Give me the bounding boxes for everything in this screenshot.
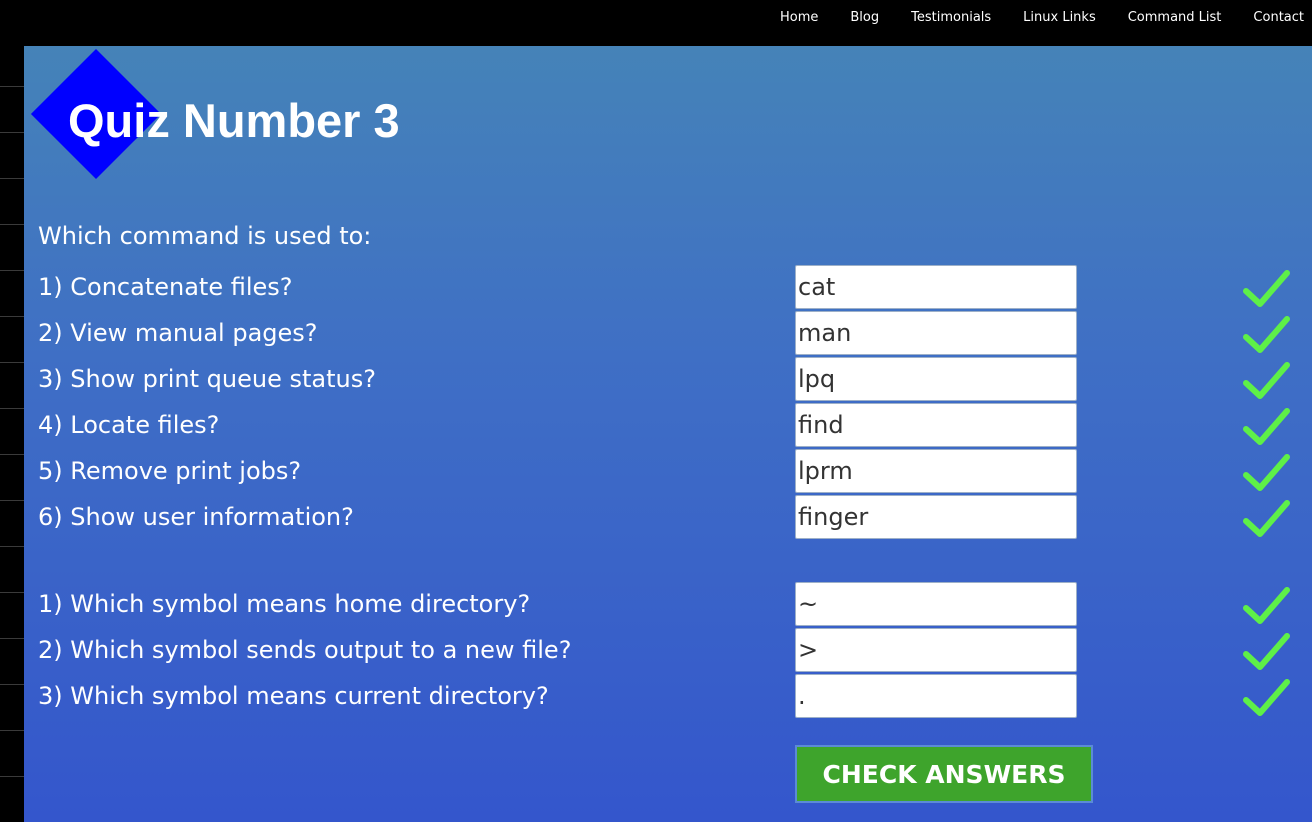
rail-divider	[0, 730, 24, 731]
top-navigation-bar: Home Blog Testimonials Linux Links Comma…	[0, 0, 1312, 46]
nav-link-blog[interactable]: Blog	[850, 10, 879, 25]
checkmark-icon	[1243, 500, 1290, 537]
rail-divider	[0, 132, 24, 133]
rail-divider	[0, 408, 24, 409]
checkmark-icon	[1243, 270, 1290, 307]
checkmark-icon	[1243, 633, 1290, 670]
question-label: 1) Which symbol means home directory?	[38, 590, 531, 618]
rail-divider	[0, 270, 24, 271]
rail-divider	[0, 546, 24, 547]
answer-input[interactable]	[795, 582, 1077, 626]
question-label: 4) Locate files?	[38, 411, 220, 439]
answer-input[interactable]	[795, 265, 1077, 309]
nav-link-testimonials[interactable]: Testimonials	[911, 10, 991, 25]
answer-input[interactable]	[795, 357, 1077, 401]
nav-link-home[interactable]: Home	[780, 10, 818, 25]
rail-divider	[0, 362, 24, 363]
answer-input[interactable]	[795, 674, 1077, 718]
question-label: 2) View manual pages?	[38, 319, 318, 347]
answer-input[interactable]	[795, 495, 1077, 539]
rail-divider	[0, 776, 24, 777]
left-sidebar-rail	[0, 46, 24, 822]
question-label: 2) Which symbol sends output to a new fi…	[38, 636, 572, 664]
question-label: 5) Remove print jobs?	[38, 457, 302, 485]
nav-link-command-list[interactable]: Command List	[1128, 10, 1222, 25]
rail-divider	[0, 592, 24, 593]
rail-divider	[0, 224, 24, 225]
rail-divider	[0, 454, 24, 455]
page-title: Quiz Number 3	[68, 94, 400, 147]
rail-divider	[0, 684, 24, 685]
main-nav: Home Blog Testimonials Linux Links Comma…	[748, 0, 1312, 34]
question-label: 1) Concatenate files?	[38, 273, 293, 301]
checkmark-icon	[1243, 408, 1290, 445]
nav-link-contact[interactable]: Contact	[1253, 10, 1304, 25]
question-label: 3) Which symbol means current directory?	[38, 682, 549, 710]
checkmark-icon	[1243, 679, 1290, 716]
rail-divider	[0, 178, 24, 179]
answer-input[interactable]	[795, 628, 1077, 672]
rail-divider	[0, 500, 24, 501]
answer-input[interactable]	[795, 403, 1077, 447]
answer-input[interactable]	[795, 449, 1077, 493]
checkmark-icon	[1243, 454, 1290, 491]
quiz-intro: Which command is used to:	[38, 222, 372, 250]
check-answers-button[interactable]: CHECK ANSWERS	[795, 745, 1093, 803]
rail-divider	[0, 316, 24, 317]
checkmark-icon	[1243, 362, 1290, 399]
quiz-content-area: Quiz Number 3 Which command is used to: …	[24, 46, 1312, 822]
checkmark-icon	[1243, 316, 1290, 353]
checkmark-icon	[1243, 587, 1290, 624]
answer-input[interactable]	[795, 311, 1077, 355]
question-label: 3) Show print queue status?	[38, 365, 376, 393]
nav-link-linux-links[interactable]: Linux Links	[1023, 10, 1096, 25]
rail-divider	[0, 638, 24, 639]
rail-divider	[0, 86, 24, 87]
question-label: 6) Show user information?	[38, 503, 354, 531]
